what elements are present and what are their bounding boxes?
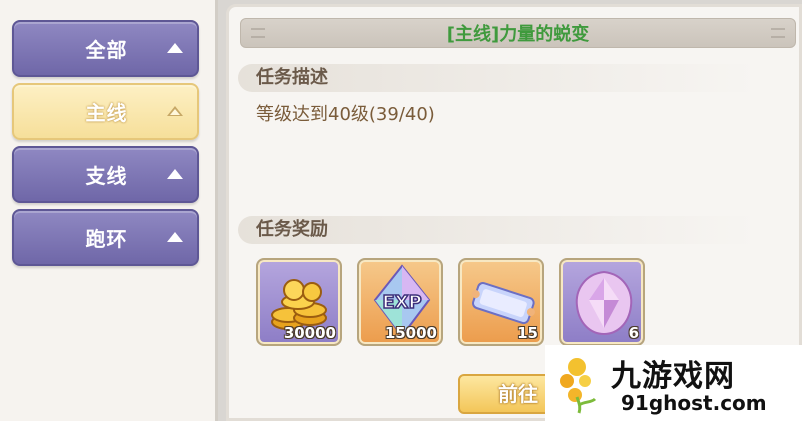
reward-slot[interactable]: 6 xyxy=(559,258,645,346)
reward-slot[interactable]: EXP 15000 xyxy=(357,258,443,346)
triangle-up-icon xyxy=(167,169,183,179)
triangle-up-icon xyxy=(167,106,183,116)
category-loop-button[interactable]: 跑环 xyxy=(12,209,199,266)
quest-title-bar: [主线]力量的蜕变 xyxy=(240,18,796,48)
rewards-header: 任务奖励 xyxy=(238,216,758,244)
ornament-icon xyxy=(771,28,785,38)
category-panel: 全部 主线 支线 跑环 xyxy=(0,0,218,421)
quest-description: 等级达到40级(39/40) xyxy=(256,104,435,125)
site-watermark: 九游戏网 91ghost.com xyxy=(545,345,802,421)
watermark-url: 91ghost.com xyxy=(621,391,767,415)
reward-count: 15 xyxy=(517,324,538,342)
reward-slot[interactable]: 30000 xyxy=(256,258,342,346)
flower-logo-icon xyxy=(560,358,597,414)
reward-count: 6 xyxy=(628,324,639,342)
category-all-button[interactable]: 全部 xyxy=(12,20,199,77)
ornament-icon xyxy=(251,28,265,38)
category-main-button[interactable]: 主线 xyxy=(12,83,199,140)
triangle-up-icon xyxy=(167,232,183,242)
description-header: 任务描述 xyxy=(238,64,758,92)
watermark-title: 九游戏网 xyxy=(611,359,735,394)
category-side-button[interactable]: 支线 xyxy=(12,146,199,203)
reward-count: 15000 xyxy=(384,324,437,342)
reward-count: 30000 xyxy=(283,324,336,342)
reward-slot[interactable]: 15 xyxy=(458,258,544,346)
triangle-up-icon xyxy=(167,43,183,53)
svg-text:EXP: EXP xyxy=(382,292,421,313)
quest-title: [主线]力量的蜕变 xyxy=(446,24,590,45)
